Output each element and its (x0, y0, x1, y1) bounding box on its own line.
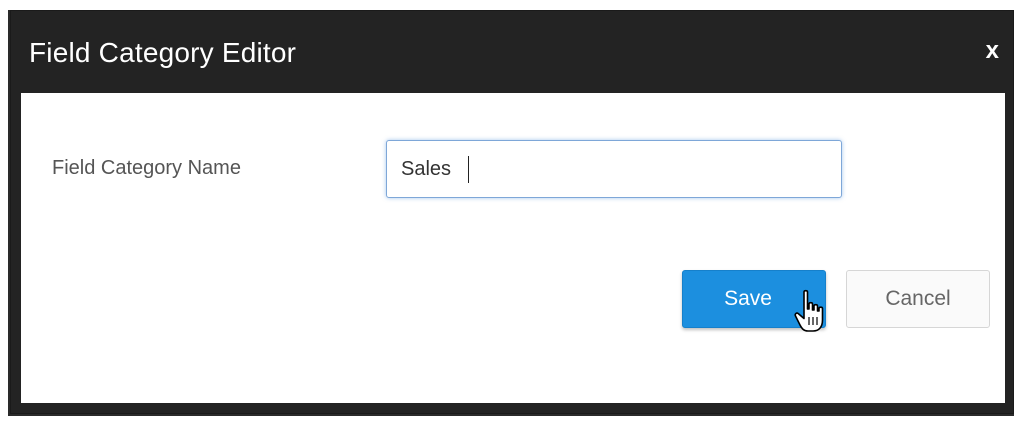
dialog-title: Field Category Editor (29, 37, 297, 68)
field-category-name-input[interactable] (386, 140, 842, 198)
hand-pointer-icon (794, 289, 824, 332)
dialog-body: Field Category Name Save Cancel (21, 93, 1005, 403)
close-button[interactable]: x (986, 37, 999, 65)
text-caret (468, 156, 469, 183)
dialog-title-bar: Field Category Editor x (11, 11, 1013, 93)
field-category-name-label: Field Category Name (52, 157, 241, 179)
cancel-button[interactable]: Cancel (846, 270, 990, 328)
field-category-editor-dialog: Field Category Editor x Field Category N… (10, 10, 1014, 414)
